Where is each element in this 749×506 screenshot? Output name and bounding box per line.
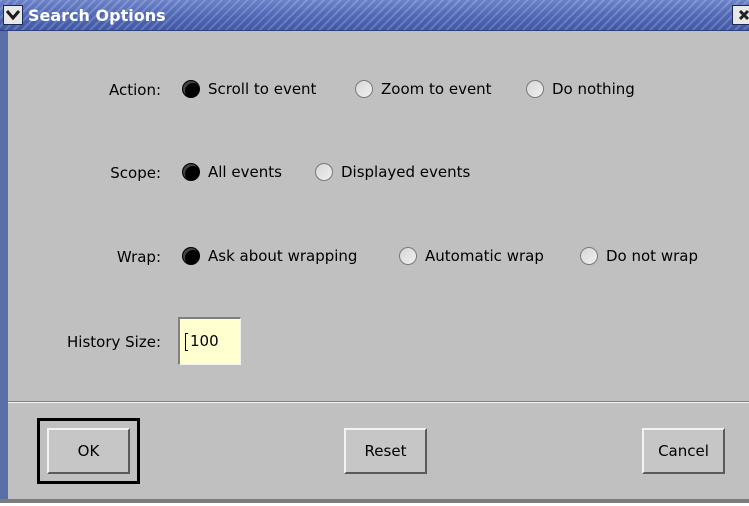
close-button[interactable] bbox=[732, 5, 749, 25]
scope-radio-displayed[interactable]: Displayed events bbox=[315, 163, 470, 181]
radio-selected-icon bbox=[182, 247, 200, 265]
titlebar[interactable]: Search Options bbox=[0, 0, 749, 31]
chevron-down-icon bbox=[6, 10, 20, 20]
radio-selected-icon bbox=[182, 163, 200, 181]
scope-radio-all[interactable]: All events bbox=[182, 163, 282, 181]
radio-unselected-icon bbox=[399, 247, 417, 265]
history-size-label: History Size: bbox=[67, 333, 161, 351]
wrap-radio-automatic[interactable]: Automatic wrap bbox=[399, 247, 544, 265]
radio-unselected-icon bbox=[315, 163, 333, 181]
history-size-input[interactable]: 100 bbox=[178, 317, 241, 365]
radio-selected-icon bbox=[182, 80, 200, 98]
close-icon bbox=[738, 9, 749, 21]
radio-unselected-icon bbox=[580, 247, 598, 265]
wrap-option-label: Automatic wrap bbox=[425, 247, 544, 265]
reset-button-label: Reset bbox=[364, 442, 407, 460]
cancel-button[interactable]: Cancel bbox=[642, 428, 725, 474]
wrap-option-label: Ask about wrapping bbox=[208, 247, 358, 265]
wrap-label: Wrap: bbox=[116, 248, 161, 266]
radio-unselected-icon bbox=[526, 80, 544, 98]
action-option-label: Scroll to event bbox=[208, 80, 317, 98]
reset-button[interactable]: Reset bbox=[344, 428, 427, 474]
scope-label: Scope: bbox=[110, 164, 161, 182]
action-radio-zoom[interactable]: Zoom to event bbox=[355, 80, 492, 98]
action-radio-scroll[interactable]: Scroll to event bbox=[182, 80, 316, 98]
action-option-label: Do nothing bbox=[552, 80, 635, 98]
text-cursor-icon bbox=[185, 333, 188, 351]
wrap-radio-ask[interactable]: Ask about wrapping bbox=[182, 247, 357, 265]
action-radio-nothing[interactable]: Do nothing bbox=[526, 80, 635, 98]
history-size-value: 100 bbox=[190, 332, 219, 350]
action-option-label: Zoom to event bbox=[381, 80, 492, 98]
ok-button-label: OK bbox=[77, 442, 100, 460]
action-label: Action: bbox=[108, 81, 161, 99]
window-frame-left bbox=[0, 0, 8, 503]
wrap-option-label: Do not wrap bbox=[606, 247, 698, 265]
cancel-button-label: Cancel bbox=[658, 442, 709, 460]
wrap-radio-none[interactable]: Do not wrap bbox=[580, 247, 698, 265]
window-title: Search Options bbox=[28, 6, 166, 25]
ok-button[interactable]: OK bbox=[47, 428, 130, 474]
scope-option-label: Displayed events bbox=[341, 163, 471, 181]
radio-unselected-icon bbox=[355, 80, 373, 98]
scope-option-label: All events bbox=[208, 163, 282, 181]
divider bbox=[8, 401, 749, 403]
window-frame-bottom bbox=[0, 499, 749, 503]
search-options-dialog: Search Options Action: Scroll to event Z… bbox=[0, 0, 749, 503]
window-menu-button[interactable] bbox=[3, 5, 23, 25]
